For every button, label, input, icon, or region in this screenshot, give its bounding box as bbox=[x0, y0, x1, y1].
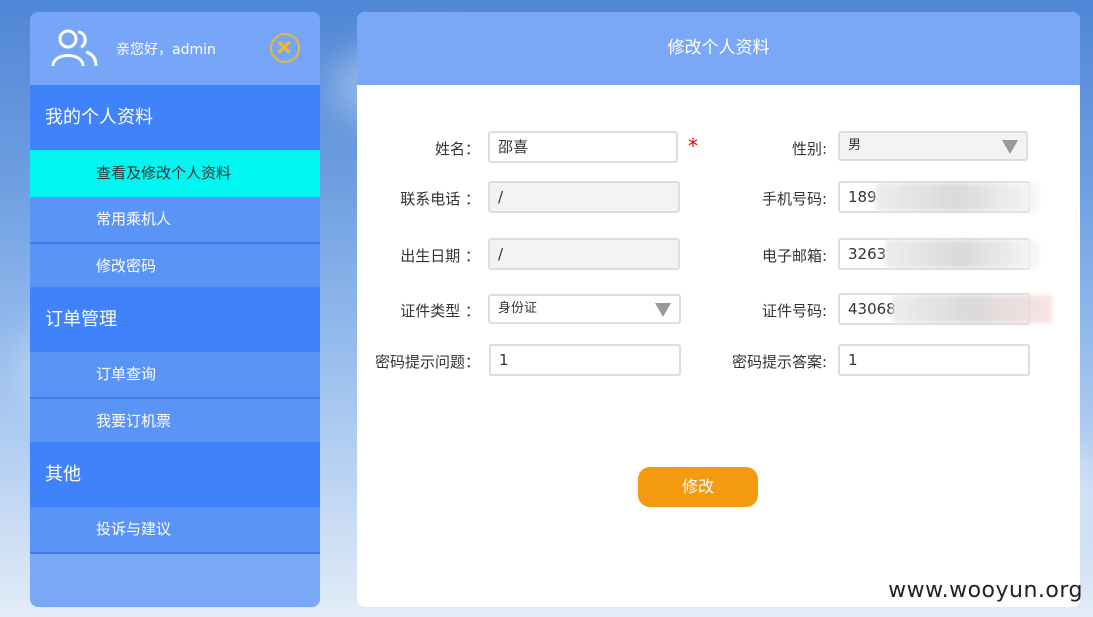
password-question-input[interactable]: 1 bbox=[489, 344, 681, 376]
users-icon bbox=[51, 29, 98, 67]
gender-select[interactable]: 男 bbox=[838, 131, 1028, 161]
password-answer-input[interactable]: 1 bbox=[838, 344, 1030, 376]
id-type-select-value: 身份证 bbox=[498, 301, 538, 316]
sidebar-section-orders[interactable]: 订单管理 bbox=[30, 287, 320, 352]
password-answer-label: 密码提示答案: bbox=[731, 353, 827, 371]
password-question-label: 密码提示问题： bbox=[374, 353, 480, 371]
redaction-mask bbox=[875, 183, 1039, 211]
name-input[interactable]: 邵喜 bbox=[488, 131, 678, 163]
sidebar-divider bbox=[30, 552, 320, 554]
sidebar-item-complaints[interactable]: 投诉与建议 bbox=[30, 507, 320, 552]
chevron-down-icon bbox=[655, 303, 671, 317]
mobile-label: 手机号码: bbox=[761, 190, 827, 208]
sidebar-item-frequent-passengers[interactable]: 常用乘机人 bbox=[30, 197, 320, 242]
gender-label: 性别: bbox=[791, 140, 827, 158]
required-mark: * bbox=[688, 134, 698, 158]
modify-button[interactable]: 修改 bbox=[638, 467, 758, 507]
phone-label: 联系电话 ： bbox=[400, 190, 480, 208]
birthdate-label: 出生日期 ： bbox=[400, 247, 480, 265]
page-title: 修改个人资料 bbox=[357, 12, 1080, 85]
sidebar-section-other[interactable]: 其他 bbox=[30, 442, 320, 507]
email-label: 电子邮箱: bbox=[761, 247, 827, 265]
sidebar-item-book-ticket[interactable]: 我要订机票 bbox=[30, 397, 320, 442]
name-label: 姓名： bbox=[434, 140, 480, 158]
sidebar: 亲您好，admin 我的个人资料 查看及修改个人资料 常用乘机人 修改密码 订单… bbox=[30, 12, 320, 607]
close-icon[interactable] bbox=[270, 33, 300, 63]
greeting-text: 亲您好，admin bbox=[116, 42, 216, 58]
main-panel: 修改个人资料 姓名： 邵喜 * 性别: 男 联系电话 ： / 手机号码: 189… bbox=[357, 12, 1080, 607]
id-number-label: 证件号码: bbox=[761, 302, 827, 320]
id-type-label: 证件类型 ： bbox=[400, 302, 480, 320]
chevron-down-icon bbox=[1002, 140, 1018, 154]
sidebar-item-order-query[interactable]: 订单查询 bbox=[30, 352, 320, 397]
redaction-mask bbox=[892, 295, 1052, 323]
gender-select-value: 男 bbox=[848, 138, 862, 153]
sidebar-section-profile[interactable]: 我的个人资料 bbox=[30, 85, 320, 150]
phone-input[interactable]: / bbox=[488, 181, 680, 213]
redaction-mask bbox=[885, 240, 1039, 268]
sidebar-item-change-password[interactable]: 修改密码 bbox=[30, 242, 320, 287]
watermark: www.wooyun.org bbox=[888, 578, 1083, 603]
id-type-select[interactable]: 身份证 bbox=[488, 294, 681, 324]
sidebar-item-view-edit-profile[interactable]: 查看及修改个人资料 bbox=[30, 150, 320, 197]
sidebar-header: 亲您好，admin bbox=[30, 12, 320, 85]
birthdate-input[interactable]: / bbox=[488, 238, 680, 270]
